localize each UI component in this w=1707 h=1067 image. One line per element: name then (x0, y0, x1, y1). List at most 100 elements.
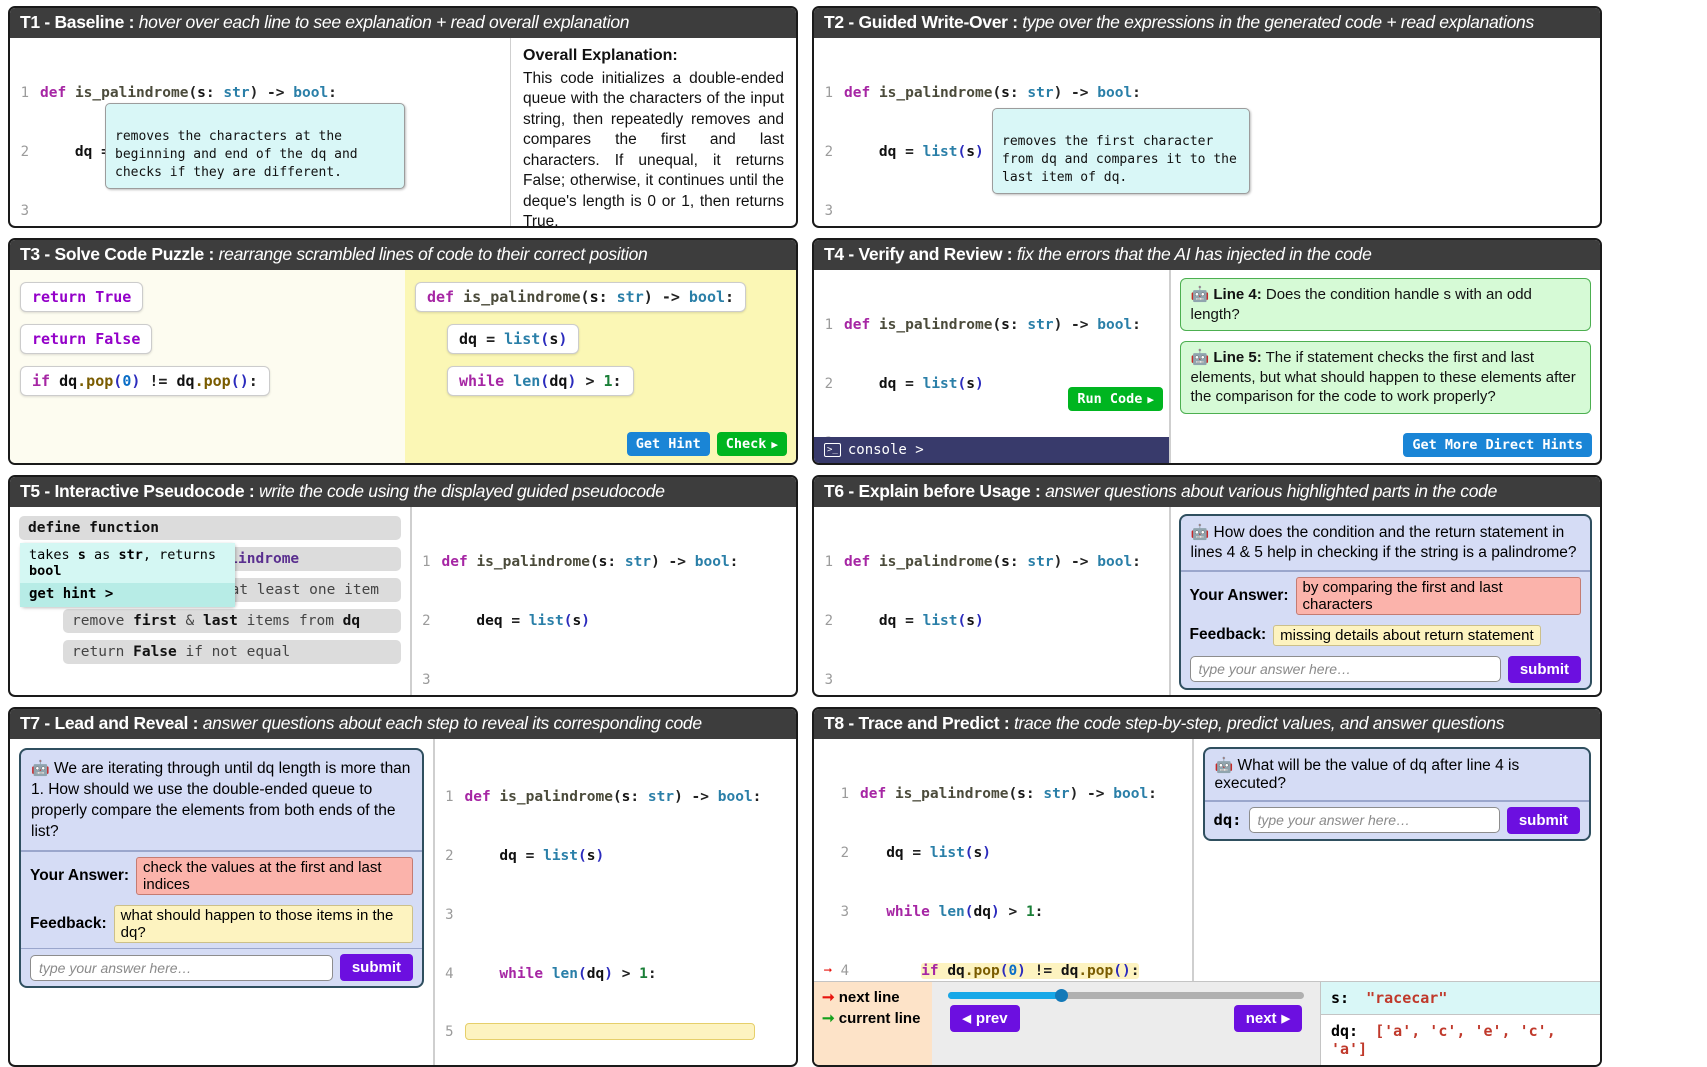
panel-t1-header: T1 - Baseline : hover over each line to … (10, 8, 796, 38)
get-hint-button[interactable]: Get Hint (626, 432, 710, 456)
code-line[interactable]: 1 def is_palindrome(s: str) -> bool: (814, 785, 1192, 805)
code-line[interactable]: 3 (10, 202, 510, 222)
dq-label: dq: (1213, 811, 1242, 829)
panel-t5-title: T5 - Interactive Pseudocode : (20, 481, 255, 501)
panel-t5: T5 - Interactive Pseudocode : write the … (8, 475, 798, 697)
panel-t4-desc: fix the errors that the AI has injected … (1016, 244, 1372, 264)
code-line[interactable]: 1 def is_palindrome(s: str) -> bool: (435, 788, 797, 808)
code-line[interactable]: 1 def is_palindrome(s: str) -> bool: (814, 84, 1600, 104)
submit-button[interactable]: submit (1506, 806, 1580, 834)
predict-input[interactable]: type your answer here… (1248, 807, 1500, 833)
console-bar[interactable]: >_ console > (814, 437, 1169, 463)
panel-t7: T7 - Lead and Reveal : answer questions … (8, 707, 798, 1067)
writeover-explanation-tooltip: removes the first character from dq and … (992, 108, 1250, 194)
panel-t2-title: T2 - Guided Write-Over : (824, 12, 1018, 32)
pseudocode-panel[interactable]: define function check if string is palin… (10, 507, 410, 695)
trace-slider-area: ◀ prev next ▶ (932, 982, 1320, 1065)
feedback-value: missing details about return statement (1273, 624, 1541, 646)
t4-code-editor[interactable]: 1 def is_palindrome(s: str) -> bool: 2 dq… (814, 270, 1169, 437)
feedback-label: Feedback: (1189, 626, 1267, 643)
t8-code-editor[interactable]: 1 def is_palindrome(s: str) -> bool: 2 dq… (814, 739, 1192, 1037)
code-line[interactable]: 4 while len(dq) > 1: (435, 965, 797, 985)
variable-row: s: "racecar" (1321, 982, 1600, 1014)
line-explanation-tooltip: removes the characters at the beginning … (105, 103, 405, 189)
submit-button[interactable]: submit (1507, 655, 1581, 683)
code-line[interactable]: 3 (412, 671, 797, 691)
feedback-row: Feedback: what should happen to those it… (21, 900, 422, 948)
puzzle-chip[interactable]: if dq.pop(0) != dq.pop(): (20, 366, 270, 396)
panel-t4: T4 - Verify and Review : fix the errors … (812, 238, 1602, 465)
hidden-line-placeholder[interactable] (464, 1023, 755, 1041)
play-icon: ▶ (1147, 392, 1154, 406)
qa-card: 🤖 How does the condition and the return … (1178, 514, 1592, 690)
legend-next-label: next line (838, 989, 900, 1006)
t5-code-editor[interactable]: 1 def is_palindrome(s: str) -> bool: 2 de… (412, 507, 797, 695)
qa-card: 🤖 We are iterating through until dq leng… (19, 748, 424, 988)
prev-button[interactable]: ◀ prev (950, 1005, 1020, 1032)
code-line[interactable]: 3 (435, 906, 797, 926)
next-button[interactable]: next ▶ (1233, 1005, 1302, 1032)
run-code-button[interactable]: Run Code ▶ (1068, 387, 1163, 411)
puzzle-chip[interactable]: return True (20, 282, 144, 312)
check-button[interactable]: Check ▶ (716, 432, 787, 456)
your-answer-row: Your Answer: by comparing the first and … (1181, 572, 1591, 620)
ai-hint-line5: 🤖 Line 5: The if statement checks the fi… (1179, 341, 1591, 414)
panel-t3-title: T3 - Solve Code Puzzle : (20, 244, 215, 264)
legend-current-label: current line (838, 1010, 921, 1027)
pseudo-line[interactable]: define function (19, 516, 401, 540)
variable-name: dq: (1331, 1022, 1359, 1040)
panel-t2: T2 - Guided Write-Over : type over the e… (812, 6, 1602, 228)
next-label: next (1245, 1010, 1277, 1027)
code-line[interactable]: 1 def is_palindrome(s: str) -> bool: (814, 553, 1169, 573)
t7-code-editor[interactable]: 1 def is_palindrome(s: str) -> bool: 2 dq… (435, 739, 797, 1065)
t4-hints-panel: 🤖 Line 4: Does the condition handle s wi… (1171, 270, 1601, 463)
puzzle-chip[interactable]: return False (20, 324, 153, 354)
puzzle-chip-placed[interactable]: while len(dq) > 1: (447, 366, 634, 396)
t1-code-editor[interactable]: 1 def is_palindrome(s: str) -> bool: 2 dq… (10, 38, 510, 226)
answer-input[interactable]: type your answer here… (30, 954, 333, 981)
code-line[interactable]: 2 dq = list(s) (435, 847, 797, 867)
puzzle-scrambled-tray[interactable]: return True return False if dq.pop(0) !=… (10, 270, 405, 463)
t6-code-editor[interactable]: 1 def is_palindrome(s: str) -> bool: 2 dq… (814, 507, 1169, 695)
code-line[interactable]: 3 (814, 202, 1600, 222)
terminal-icon: >_ (824, 443, 841, 457)
hint-line-label: Line 5: (1213, 349, 1262, 366)
ai-hint-line4: 🤖 Line 4: Does the condition handle s wi… (1179, 278, 1591, 331)
variable-row: dq: ['a', 'c', 'e', 'c', 'a'] (1321, 1014, 1600, 1065)
code-line-next[interactable]: ➞ 4 if dq.pop(0) != dq.pop(): (814, 962, 1192, 982)
slider-knob[interactable] (1055, 989, 1069, 1002)
code-line[interactable]: 1 def is_palindrome(s: str) -> bool: (412, 553, 797, 573)
pseudo-hint-popup[interactable]: takes s as str, returns bool get hint > (20, 543, 235, 607)
t1-overall-explanation: Overall Explanation: This code initializ… (511, 38, 796, 226)
your-answer-label: Your Answer: (1189, 586, 1289, 604)
your-answer-value: by comparing the first and last characte… (1295, 576, 1581, 615)
ai-question: 🤖 We are iterating through until dq leng… (21, 750, 422, 850)
code-line[interactable]: 3 (814, 671, 1169, 691)
pseudo-line[interactable]: return False if not equal (63, 640, 401, 664)
robot-icon: 🤖 (31, 760, 50, 777)
pseudo-line[interactable]: remove first & last items from dq (63, 609, 401, 633)
puzzle-chip-placed[interactable]: def is_palindrome(s: str) -> bool: (415, 282, 747, 312)
trace-slider[interactable] (948, 989, 1304, 1002)
code-line-hidden[interactable]: 5 (435, 1023, 797, 1047)
code-line[interactable]: 1 def is_palindrome(s: str) -> bool: (10, 84, 510, 104)
code-line[interactable]: 3 (814, 434, 1169, 437)
tooltip-text: removes the first character from dq and … (1002, 134, 1237, 185)
panel-t4-title: T4 - Verify and Review : (824, 244, 1013, 264)
answer-input[interactable]: type your answer here… (1189, 656, 1501, 682)
code-line[interactable]: 2 dq = list(s) (814, 844, 1192, 864)
slider-fill (948, 992, 1063, 999)
puzzle-solution-area[interactable]: def is_palindrome(s: str) -> bool: dq = … (405, 270, 796, 463)
code-line[interactable]: 1 def is_palindrome(s: str) -> bool: (814, 316, 1169, 336)
code-line[interactable]: 2 dq = list(s) (814, 612, 1169, 632)
code-line[interactable]: 2 deq = list(s) (412, 612, 797, 632)
code-line[interactable]: 3 while len(dq) > 1: (814, 903, 1192, 923)
get-hint-link[interactable]: get hint > (20, 583, 235, 607)
submit-button[interactable]: submit (339, 954, 413, 981)
puzzle-chip-placed[interactable]: dq = list(s) (447, 324, 580, 354)
panel-t8-desc: trace the code step-by-step, predict val… (1013, 713, 1505, 733)
panel-t5-desc: write the code using the displayed guide… (258, 481, 665, 501)
get-more-hints-button[interactable]: Get More Direct Hints (1403, 433, 1592, 457)
ai-question: 🤖 How does the condition and the return … (1181, 516, 1591, 570)
t2-code-editor[interactable]: 1 def is_palindrome(s: str) -> bool: 2 dq… (814, 38, 1600, 226)
